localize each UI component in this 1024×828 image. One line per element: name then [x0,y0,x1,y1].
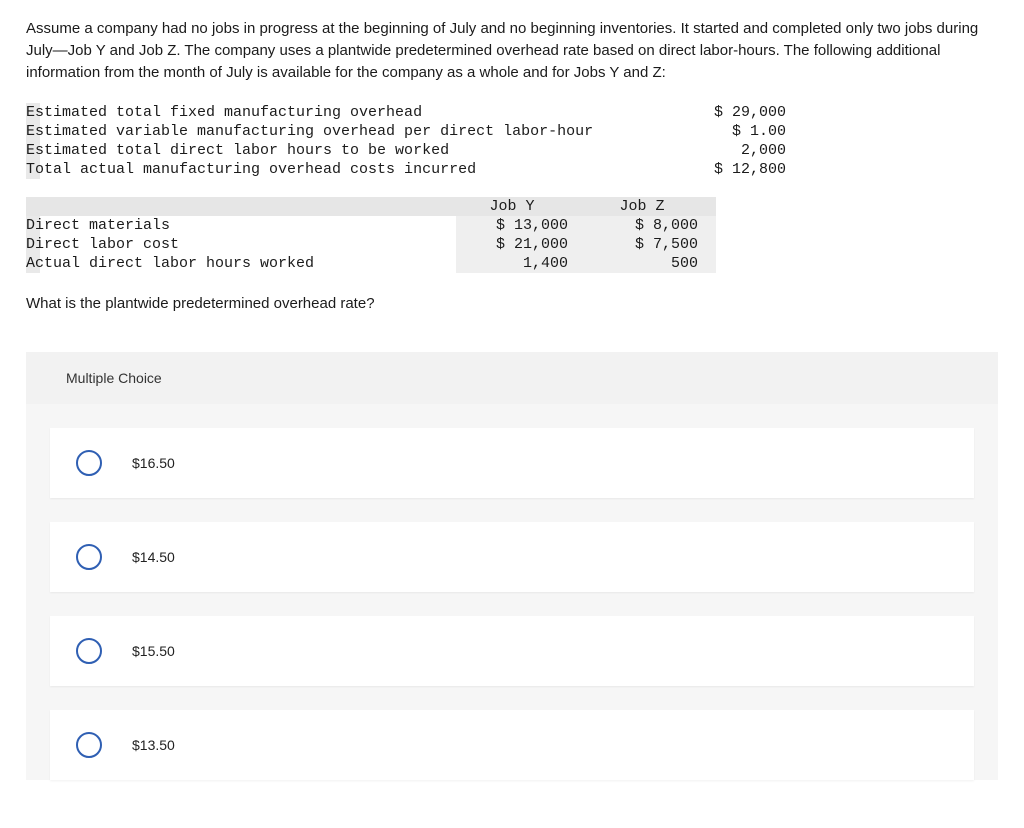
info-value: $ 1.00 [666,122,786,141]
overhead-info-table: Estimated total fixed manufacturing over… [26,103,786,179]
job-row-y: $ 21,000 [456,235,586,254]
radio-icon [76,544,102,570]
info-label: Estimated total fixed manufacturing over… [26,103,666,122]
job-header-blank [26,197,456,216]
choice-option-0[interactable]: $16.50 [50,428,974,498]
question-text: What is the plantwide predetermined over… [26,295,998,312]
job-row-label: Direct labor cost [26,235,456,254]
choice-option-3[interactable]: $13.50 [50,710,974,780]
job-cost-table: Job Y Job Z Direct materials $ 13,000 $ … [26,197,716,273]
multiple-choice-heading: Multiple Choice [26,352,998,404]
info-label: Estimated variable manufacturing overhea… [26,122,666,141]
job-row-z: 500 [586,254,716,273]
choice-label: $13.50 [132,737,175,753]
choice-label: $14.50 [132,549,175,565]
info-value: $ 29,000 [666,103,786,122]
choice-label: $15.50 [132,643,175,659]
job-header-y: Job Y [456,197,586,216]
choice-label: $16.50 [132,455,175,471]
job-header-z: Job Z [586,197,716,216]
problem-intro: Assume a company had no jobs in progress… [26,18,998,83]
job-row-z: $ 7,500 [586,235,716,254]
radio-icon [76,732,102,758]
info-label: Estimated total direct labor hours to be… [26,141,666,160]
info-label: Total actual manufacturing overhead cost… [26,160,666,179]
radio-icon [76,450,102,476]
choice-option-1[interactable]: $14.50 [50,522,974,592]
radio-icon [76,638,102,664]
job-row-y: 1,400 [456,254,586,273]
job-row-y: $ 13,000 [456,216,586,235]
job-row-label: Actual direct labor hours worked [26,254,456,273]
job-row-z: $ 8,000 [586,216,716,235]
info-value: 2,000 [666,141,786,160]
job-row-label: Direct materials [26,216,456,235]
info-value: $ 12,800 [666,160,786,179]
multiple-choice-block: Multiple Choice $16.50 $14.50 $15.50 $13… [26,352,998,780]
choice-option-2[interactable]: $15.50 [50,616,974,686]
